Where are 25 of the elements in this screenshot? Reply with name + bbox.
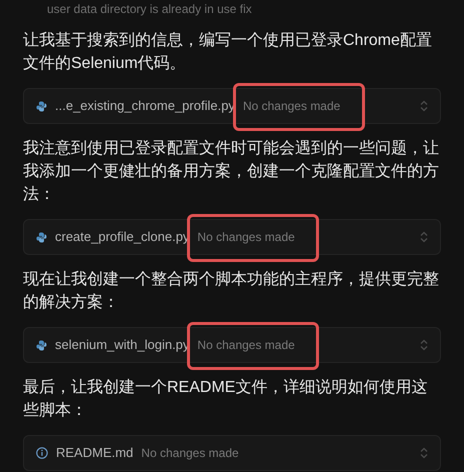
status-text: No changes made — [242, 98, 340, 115]
message-paragraph: 最后，让我创建一个README文件，详细说明如何使用这些脚本： — [22, 378, 428, 421]
status-text: No changes made — [141, 445, 239, 462]
python-icon — [36, 100, 47, 112]
chevron-up-down-icon — [420, 100, 428, 112]
file-card[interactable]: ...e_existing_chrome_profile.py No changes made — [23, 88, 441, 124]
message-paragraph: 现在让我创建一个整合两个脚本功能的主程序，提供更完整的解决方案： — [22, 270, 440, 313]
file-name: README.md — [56, 444, 134, 462]
message-paragraph: 我注意到使用已登录配置文件时可能会遇到的一些问题，让我添加一个更健壮的备用方案，创建一个克隆配置文件的方法： — [22, 138, 440, 205]
chevron-up-down-icon — [420, 339, 428, 351]
python-icon — [36, 340, 47, 350]
python-icon — [36, 232, 47, 242]
file-card[interactable]: create_profile_clone.py No changes made — [23, 219, 441, 255]
file-card[interactable]: README.md No changes made — [23, 435, 441, 471]
chevron-up-down-icon — [420, 447, 428, 459]
status-text: No changes made — [197, 337, 295, 354]
file-name: create_profile_clone.py — [55, 228, 190, 246]
message-paragraph: 让我基于搜索到的信息，编写一个使用已登录Chrome配置文件的Selenium代码。 — [22, 30, 433, 74]
chevron-up-down-icon — [420, 231, 428, 243]
file-name: ...e_existing_chrome_profile.py — [55, 97, 235, 116]
file-card[interactable]: selenium_with_login.py No changes made — [23, 327, 441, 363]
status-text: No changes made — [197, 229, 295, 246]
note-text: user data directory is already in use fix — [46, 2, 253, 16]
file-name: selenium_with_login.py — [55, 336, 190, 354]
info-icon — [36, 447, 48, 459]
